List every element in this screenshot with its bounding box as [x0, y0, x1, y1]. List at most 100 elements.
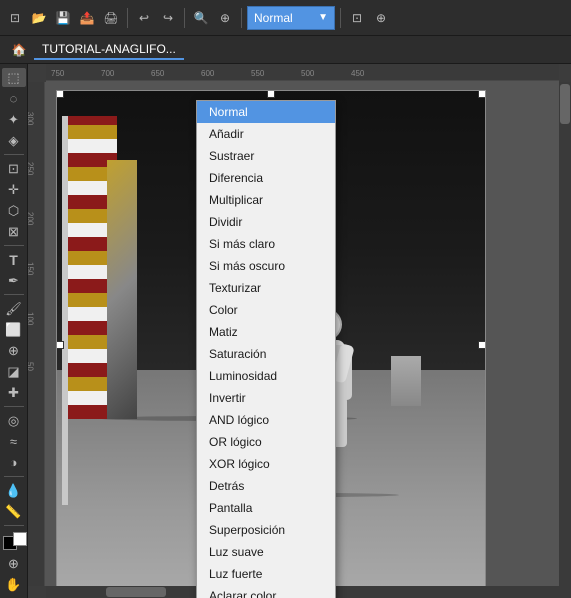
tool-heal[interactable]: ✚: [2, 383, 26, 402]
blend-mode-dropdown-menu: NormalAñadirSustraerDiferenciaMultiplica…: [196, 100, 336, 598]
selection-mr: [478, 341, 486, 349]
blend-mode-item-matiz[interactable]: Matiz: [197, 321, 335, 343]
blend-mode-item-detrás[interactable]: Detrás: [197, 475, 335, 497]
blend-mode-item-luz-fuerte[interactable]: Luz fuerte: [197, 563, 335, 585]
selection-ml: [56, 341, 64, 349]
tool-hand[interactable]: ✋: [2, 575, 26, 594]
blend-mode-item-añadir[interactable]: Añadir: [197, 123, 335, 145]
blend-mode-item-luminosidad[interactable]: Luminosidad: [197, 365, 335, 387]
tool-separator4: [4, 406, 24, 407]
tool-measure[interactable]: 📏: [2, 502, 26, 521]
blend-mode-item-saturación[interactable]: Saturación: [197, 343, 335, 365]
blend-mode-item-aclarar-color[interactable]: Aclarar color: [197, 585, 335, 598]
tool-blur[interactable]: ◎: [2, 411, 26, 430]
pole: [62, 116, 68, 505]
blend-mode-item-xor-lógico[interactable]: XOR lógico: [197, 453, 335, 475]
color-swatches: [0, 530, 31, 548]
selection-tl: [56, 90, 64, 98]
blend-mode-item-texturizar[interactable]: Texturizar: [197, 277, 335, 299]
redo-icon[interactable]: ↪: [157, 7, 179, 29]
blend-mode-item-si-más-oscuro[interactable]: Si más oscuro: [197, 255, 335, 277]
tool-separator6: [4, 525, 24, 526]
blend-mode-item-invertir[interactable]: Invertir: [197, 387, 335, 409]
svg-text:600: 600: [201, 69, 215, 78]
tool-rect-select[interactable]: ⬚: [2, 68, 26, 87]
blend-mode-item-superposición[interactable]: Superposición: [197, 519, 335, 541]
scroll-corner: [559, 586, 571, 598]
dropdown-arrow-icon: ▼: [318, 12, 328, 23]
separator1: [127, 8, 128, 28]
separator2: [184, 8, 185, 28]
top-toolbar: ⊡ 📂 💾 📤 🖨 ↩ ↪ 🔍 ⊕ Normal ▼ ⊡ ⊕: [0, 0, 571, 36]
tool-free-select[interactable]: ◌: [2, 89, 26, 108]
tool-clone[interactable]: ◪: [2, 362, 26, 381]
add-canvas-icon[interactable]: ⊕: [370, 7, 392, 29]
blend-mode-item-si-más-claro[interactable]: Si más claro: [197, 233, 335, 255]
blend-mode-item-color[interactable]: Color: [197, 299, 335, 321]
tool-separator1: [4, 154, 24, 155]
svg-text:500: 500: [301, 69, 315, 78]
svg-text:550: 550: [251, 69, 265, 78]
main-layout: ⬚ ◌ ✦ ◈ ⊡ ✛ ⬡ ⊠ T ✒ 🖌 ⬜ ⊕ ◪ ✚ ◎ ≈ ◑ 💧 📏 …: [0, 64, 571, 598]
zoom-icon[interactable]: ⊕: [214, 7, 236, 29]
svg-text:300: 300: [28, 112, 35, 126]
tool-paintbrush[interactable]: 🖌: [2, 299, 26, 318]
vscroll-thumb[interactable]: [560, 84, 570, 124]
ruler-vertical: 300 250 200 150 100 50: [28, 82, 46, 586]
blend-mode-dropdown[interactable]: Normal ▼: [247, 6, 335, 30]
tool-flip[interactable]: ⊠: [2, 222, 26, 241]
tool-perspective[interactable]: ⬡: [2, 201, 26, 220]
blend-mode-item-and-lógico[interactable]: AND lógico: [197, 409, 335, 431]
blend-mode-item-normal[interactable]: Normal: [197, 101, 335, 123]
new-icon[interactable]: ⊡: [4, 7, 26, 29]
svg-text:50: 50: [28, 362, 35, 371]
blend-mode-item-luz-suave[interactable]: Luz suave: [197, 541, 335, 563]
undo-icon[interactable]: ↩: [133, 7, 155, 29]
tool-rotate[interactable]: ✛: [2, 180, 26, 199]
tool-dodge[interactable]: ◑: [2, 453, 26, 472]
home-tab-icon[interactable]: 🏠: [8, 39, 30, 61]
fullscreen-icon[interactable]: ⊡: [346, 7, 368, 29]
blend-mode-item-diferencia[interactable]: Diferencia: [197, 167, 335, 189]
tool-eyedropper[interactable]: 💧: [2, 481, 26, 500]
tool-airbrush[interactable]: ⊕: [2, 341, 26, 360]
tool-smudge[interactable]: ≈: [2, 432, 26, 451]
vertical-scrollbar[interactable]: [559, 82, 571, 586]
tool-path[interactable]: ✒: [2, 271, 26, 290]
tool-crop[interactable]: ⊡: [2, 159, 26, 178]
svg-text:700: 700: [101, 69, 115, 78]
blend-mode-item-multiplicar[interactable]: Multiplicar: [197, 189, 335, 211]
svg-text:450: 450: [351, 69, 365, 78]
save-icon[interactable]: 💾: [52, 7, 74, 29]
tool-text[interactable]: T: [2, 250, 26, 269]
tool-eraser[interactable]: ⬜: [2, 320, 26, 339]
open-icon[interactable]: 📂: [28, 7, 50, 29]
blend-mode-item-pantalla[interactable]: Pantalla: [197, 497, 335, 519]
equipment-box: [107, 160, 137, 419]
blend-mode-item-dividir[interactable]: Dividir: [197, 211, 335, 233]
selection-tr: [478, 90, 486, 98]
tab-bar: 🏠 TUTORIAL-ANAGLIFO...: [0, 36, 571, 64]
print-icon[interactable]: 🖨: [100, 7, 122, 29]
hscroll-thumb[interactable]: [106, 587, 166, 597]
svg-text:750: 750: [51, 69, 65, 78]
tool-zoom[interactable]: ⊕: [2, 554, 26, 573]
export-icon[interactable]: 📤: [76, 7, 98, 29]
blend-mode-label: Normal: [254, 11, 293, 25]
background-color[interactable]: [13, 532, 27, 546]
zoom-out-icon[interactable]: 🔍: [190, 7, 212, 29]
ruler-horizontal: 750 700 650 600 550 500 450: [46, 64, 559, 82]
blend-mode-item-or-lógico[interactable]: OR lógico: [197, 431, 335, 453]
svg-text:650: 650: [151, 69, 165, 78]
tool-fuzzy-select[interactable]: ✦: [2, 110, 26, 129]
svg-text:100: 100: [28, 312, 35, 326]
equipment-bg: [391, 356, 421, 406]
canvas-tab[interactable]: TUTORIAL-ANAGLIFO...: [34, 40, 184, 60]
svg-text:150: 150: [28, 262, 35, 276]
separator4: [340, 8, 341, 28]
tool-color-select[interactable]: ◈: [2, 131, 26, 150]
separator3: [241, 8, 242, 28]
svg-text:250: 250: [28, 162, 35, 176]
tool-separator2: [4, 245, 24, 246]
blend-mode-item-sustraer[interactable]: Sustraer: [197, 145, 335, 167]
